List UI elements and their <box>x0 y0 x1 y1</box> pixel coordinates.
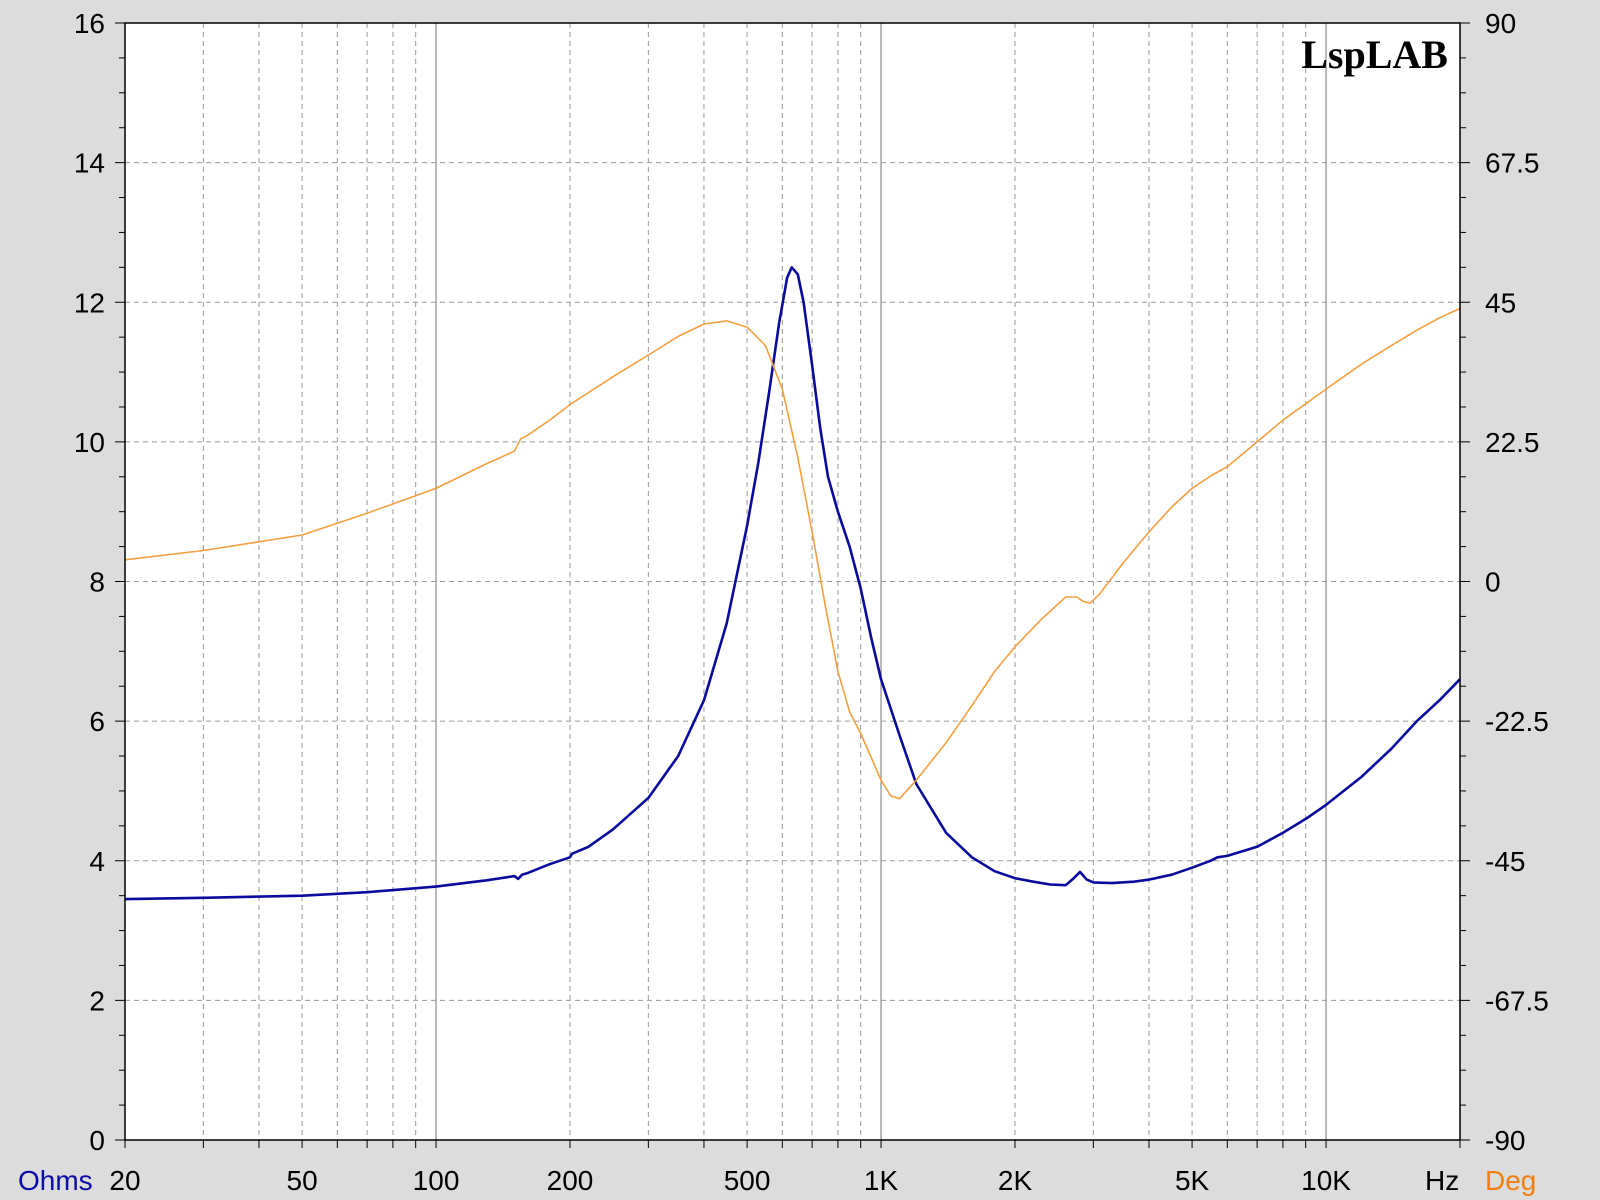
left-y-tick-label: 8 <box>89 567 105 598</box>
right-y-tick-label: 67.5 <box>1485 148 1540 179</box>
right-y-tick-label: -45 <box>1485 846 1525 877</box>
x-tick-label: 2K <box>998 1165 1033 1196</box>
right-y-tick-label: 90 <box>1485 8 1516 39</box>
left-y-tick-label: 2 <box>89 985 105 1016</box>
x-tick-label: 10K <box>1301 1165 1351 1196</box>
right-y-tick-label: 22.5 <box>1485 427 1540 458</box>
x-axis-unit-label: Hz <box>1425 1165 1459 1196</box>
right-y-tick-label: -22.5 <box>1485 706 1549 737</box>
right-axis-unit-label: Deg <box>1485 1165 1536 1196</box>
brand-logo: LspLAB <box>1301 32 1448 77</box>
left-axis-unit-label: Ohms <box>18 1165 93 1196</box>
left-y-tick-label: 6 <box>89 706 105 737</box>
x-tick-label: 200 <box>547 1165 594 1196</box>
left-y-tick-label: 0 <box>89 1125 105 1156</box>
x-tick-label: 50 <box>287 1165 318 1196</box>
left-y-tick-label: 10 <box>74 427 105 458</box>
impedance-phase-chart: 20 50 100 200 500 1K 2K 5K 10K 0 2 4 6 8 10 12 14 16 -90 -6… <box>0 0 1600 1200</box>
right-y-tick-label: 0 <box>1485 567 1501 598</box>
left-y-tick-label: 4 <box>89 846 105 877</box>
right-y-tick-label: -67.5 <box>1485 985 1549 1016</box>
left-y-tick-label: 14 <box>74 148 105 179</box>
left-y-tick-label: 16 <box>74 8 105 39</box>
right-y-tick-label: 45 <box>1485 287 1516 318</box>
chart-canvas: 20 50 100 200 500 1K 2K 5K 10K 0 2 4 6 8 10 12 14 16 -90 -6… <box>0 0 1600 1200</box>
x-tick-label: 1K <box>864 1165 899 1196</box>
left-y-tick-label: 12 <box>74 287 105 318</box>
x-tick-label: 5K <box>1175 1165 1210 1196</box>
right-y-tick-label: -90 <box>1485 1125 1525 1156</box>
x-tick-label: 100 <box>413 1165 460 1196</box>
x-tick-label: 500 <box>724 1165 771 1196</box>
x-tick-label: 20 <box>109 1165 140 1196</box>
